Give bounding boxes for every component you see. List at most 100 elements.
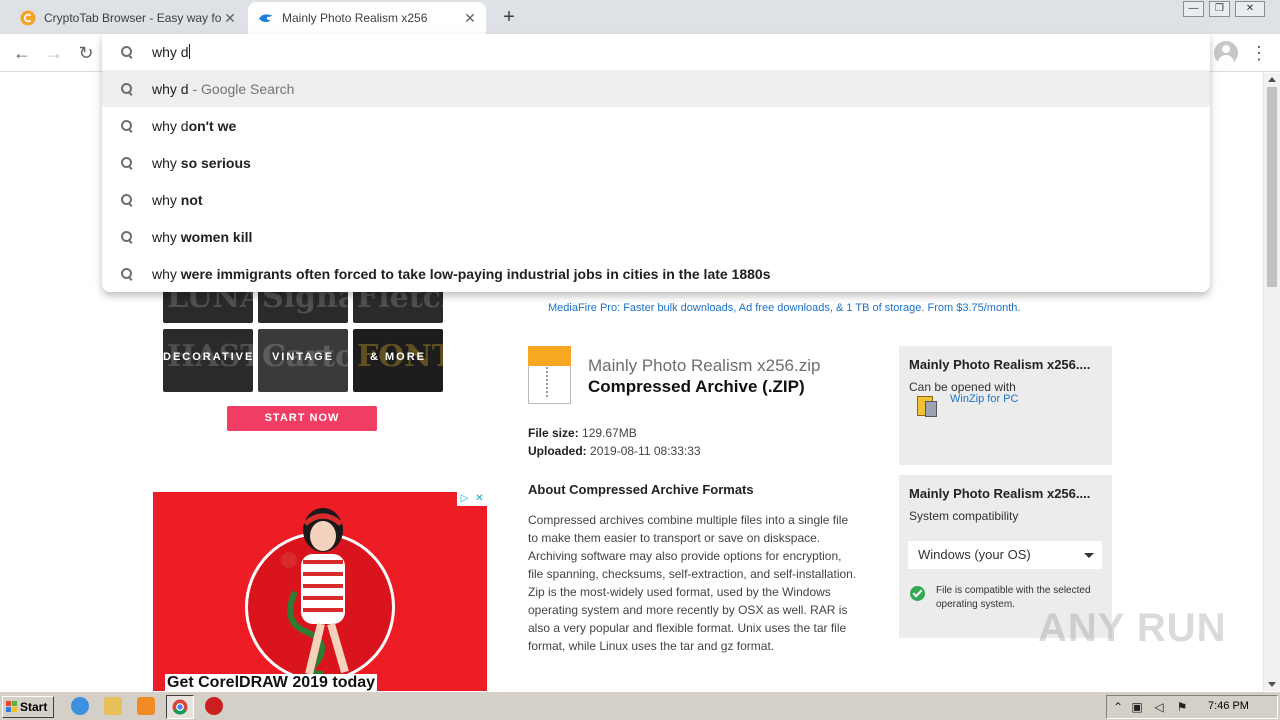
suggestion-completion: were immigrants often forced to take low… bbox=[180, 265, 771, 282]
suggestion-typed: why bbox=[152, 265, 181, 282]
suggestion-row[interactable]: why not bbox=[102, 181, 1210, 218]
ad-headline: Get CorelDRAW 2019 today bbox=[165, 674, 378, 691]
suggestion-row[interactable]: why don't we bbox=[102, 107, 1210, 144]
windows-logo-icon bbox=[6, 701, 18, 713]
open-with-subtitle: Can be opened with bbox=[909, 380, 1016, 394]
compat-subtitle: System compatibility bbox=[909, 509, 1019, 523]
antivirus-icon[interactable] bbox=[205, 697, 223, 715]
winzip-link[interactable]: WinZip for PC bbox=[950, 393, 1018, 405]
font-tile-more[interactable]: FONTAINE & MORE bbox=[353, 329, 443, 392]
start-now-button[interactable]: START NOW bbox=[227, 406, 377, 431]
font-tile-decorative[interactable]: HASTE DECORATIVE bbox=[163, 329, 253, 392]
omnibox-typed-text: why d bbox=[152, 44, 189, 60]
search-icon bbox=[120, 230, 134, 244]
scroll-up-icon[interactable] bbox=[1268, 77, 1276, 82]
restore-button[interactable]: ❐ bbox=[1209, 1, 1230, 17]
suggestion-text: why women kill bbox=[152, 229, 252, 245]
suggestion-typed: why bbox=[152, 154, 181, 171]
suggestion-typed: why d bbox=[152, 80, 189, 97]
file-size-row: File size: 129.67MB bbox=[528, 426, 637, 440]
tile-label: & MORE bbox=[370, 351, 426, 363]
check-circle-icon bbox=[910, 586, 925, 601]
back-button[interactable]: ← bbox=[11, 42, 33, 64]
zip-file-icon-band bbox=[528, 346, 571, 366]
file-name: Mainly Photo Realism x256.zip bbox=[588, 356, 821, 375]
search-icon bbox=[120, 156, 134, 170]
suggestion-row[interactable]: why so serious bbox=[102, 144, 1210, 181]
winzip-icon-back bbox=[925, 401, 937, 417]
file-type: Compressed Archive (.ZIP) bbox=[588, 377, 805, 396]
omnibox-value: why d bbox=[152, 44, 190, 60]
suggestion-suffix: - Google Search bbox=[188, 80, 295, 97]
close-tab-icon[interactable]: ✕ bbox=[222, 10, 238, 27]
about-heading: About Compressed Archive Formats bbox=[528, 482, 754, 497]
scrollbar-thumb[interactable] bbox=[1267, 87, 1277, 287]
chrome-taskbar-button[interactable] bbox=[166, 695, 194, 719]
mediafire-icon bbox=[259, 14, 273, 23]
suggestion-text: why don't we bbox=[152, 118, 236, 134]
winzip-icon[interactable] bbox=[915, 393, 939, 419]
minimize-button[interactable]: — bbox=[1183, 1, 1204, 17]
reload-button[interactable]: ↻ bbox=[75, 42, 97, 64]
tray-expand-icon[interactable]: ⌃ bbox=[1111, 700, 1125, 714]
suggestion-typed: why bbox=[152, 228, 181, 245]
suggestion-text: why d - Google Search bbox=[152, 81, 294, 97]
compat-title: Mainly Photo Realism x256.... bbox=[909, 486, 1091, 501]
media-player-icon[interactable] bbox=[137, 697, 155, 715]
chrome-icon bbox=[172, 699, 188, 715]
tab-cryptotab[interactable]: CryptoTab Browser - Easy way for B ✕ bbox=[12, 2, 244, 34]
close-tab-icon[interactable]: ✕ bbox=[462, 10, 478, 27]
action-center-flag-icon[interactable]: ⚑ bbox=[1175, 700, 1189, 714]
uploaded-value: 2019-08-11 08:33:33 bbox=[590, 444, 701, 458]
font-tile-vintage[interactable]: Cartoon VINTAGE bbox=[258, 329, 348, 392]
open-with-box: Mainly Photo Realism x256.... Can be ope… bbox=[899, 346, 1112, 465]
search-icon bbox=[120, 119, 134, 133]
zip-file-icon bbox=[528, 346, 571, 404]
page-scrollbar[interactable] bbox=[1263, 73, 1280, 691]
suggestion-completion: not bbox=[180, 191, 203, 208]
search-icon bbox=[120, 82, 134, 96]
suggestion-typed: why bbox=[152, 191, 181, 208]
ad-pinup-illustration bbox=[281, 508, 349, 677]
scroll-down-icon[interactable] bbox=[1268, 682, 1276, 687]
suggestion-row[interactable]: why d - Google Search bbox=[102, 70, 1210, 107]
suggestion-text: why not bbox=[152, 192, 203, 208]
uploaded-label: Uploaded: bbox=[528, 444, 587, 458]
suggestion-completion: so serious bbox=[180, 154, 251, 171]
suggestion-row[interactable]: why women kill bbox=[102, 218, 1210, 255]
start-button[interactable]: Start bbox=[2, 696, 54, 718]
network-icon[interactable]: ▣ bbox=[1130, 700, 1144, 714]
browser-menu-button[interactable]: ⋮ bbox=[1250, 42, 1268, 64]
tab-mediafire[interactable]: Mainly Photo Realism x256 ✕ bbox=[248, 2, 486, 34]
suggestion-row[interactable]: why were immigrants often forced to take… bbox=[102, 255, 1210, 292]
os-select-value: Windows (your OS) bbox=[918, 547, 1031, 562]
profile-avatar-icon[interactable] bbox=[1214, 41, 1238, 65]
adchoices-badge[interactable]: ▷ ✕ bbox=[457, 492, 487, 506]
adchoices-icon[interactable]: ▷ bbox=[457, 492, 472, 506]
search-icon bbox=[120, 45, 134, 59]
file-size-value: 129.67MB bbox=[582, 426, 637, 440]
close-window-button[interactable]: ✕ bbox=[1235, 1, 1265, 17]
os-select[interactable]: Windows (your OS) bbox=[908, 541, 1102, 569]
ie-icon[interactable] bbox=[71, 697, 89, 715]
omnibox-dropdown: why d why d - Google Search why don't we w… bbox=[102, 34, 1210, 292]
tab-title: CryptoTab Browser - Easy way for B bbox=[44, 11, 222, 25]
file-size-label: File size: bbox=[528, 426, 579, 440]
forward-button[interactable]: → bbox=[43, 42, 65, 64]
explorer-folder-icon[interactable] bbox=[104, 697, 122, 715]
mediafire-pro-link[interactable]: MediaFire Pro: Faster bulk downloads, Ad… bbox=[548, 302, 1020, 314]
search-icon bbox=[120, 267, 134, 281]
tile-label: DECORATIVE bbox=[163, 351, 253, 363]
advertisement[interactable]: ▷ ✕ Get CorelDRAW 2019 today bbox=[153, 492, 487, 691]
ad-close-icon[interactable]: ✕ bbox=[472, 492, 487, 506]
cryptotab-icon bbox=[20, 10, 36, 26]
suggestion-completion: women kill bbox=[180, 228, 253, 245]
tab-title: Mainly Photo Realism x256 bbox=[282, 11, 428, 25]
omnibox-input[interactable]: why d bbox=[102, 34, 1210, 70]
taskbar: Start ⌃ ▣ ◁ ⚑ 7:46 PM bbox=[0, 691, 1280, 720]
volume-icon[interactable]: ◁ bbox=[1152, 700, 1166, 714]
anyrun-watermark: ANY RUN bbox=[1038, 606, 1227, 650]
start-label: Start bbox=[20, 700, 48, 714]
suggestion-typed: why d bbox=[152, 117, 189, 134]
new-tab-button[interactable]: + bbox=[498, 6, 520, 28]
